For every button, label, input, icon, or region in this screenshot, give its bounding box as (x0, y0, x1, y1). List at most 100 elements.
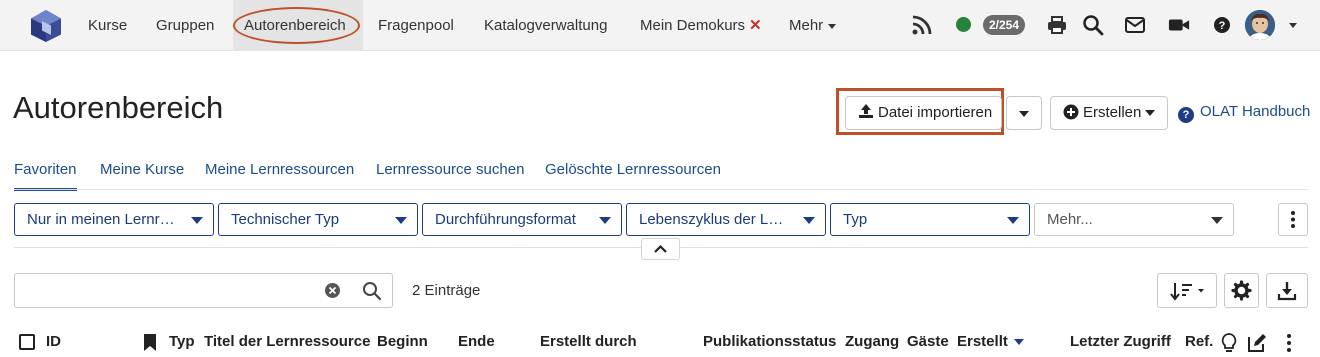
chevron-up-icon (654, 244, 667, 253)
column-references[interactable]: Ref. (1185, 333, 1213, 350)
filter-label: Technischer Typ (231, 211, 340, 228)
filter-only-my-resources[interactable]: Nur in meinen Lernressourcen (14, 203, 214, 236)
caret-down-icon (1145, 110, 1156, 117)
column-last-access[interactable]: Letzter Zugriff (1070, 333, 1171, 350)
tab-meine-lernressourcen[interactable]: Meine Lernressourcen (205, 161, 354, 191)
caret-down-icon (191, 217, 203, 224)
help-circle-icon: ? (1178, 107, 1194, 123)
clear-search-icon[interactable] (324, 282, 341, 299)
create-label: Erstellen (1083, 104, 1142, 121)
print-icon[interactable] (1046, 14, 1068, 36)
mail-icon[interactable] (1124, 14, 1146, 36)
tab-bar: Favoriten Meine Kurse Meine Lernressourc… (0, 161, 1320, 191)
column-label: Typ (169, 333, 195, 350)
filter-label: Typ (843, 211, 868, 228)
edit-icon[interactable] (1246, 332, 1268, 354)
tab-meine-kurse-label: Meine Kurse (100, 161, 185, 178)
collapse-filters-button[interactable] (641, 238, 680, 260)
column-label: Erstellt durch (540, 333, 637, 350)
nav-gruppen[interactable]: Gruppen (156, 0, 214, 51)
nav-katalogverwaltung[interactable]: Katalogverwaltung (484, 0, 607, 51)
online-status-icon[interactable] (956, 17, 971, 32)
create-button[interactable]: Erstellen (1050, 96, 1168, 130)
olat-handbook-link[interactable]: ? OLAT Handbuch (1178, 103, 1310, 123)
highlight-ring (233, 7, 360, 44)
filter-type[interactable]: Typ (830, 203, 1030, 236)
user-menu-chevron-icon[interactable] (1289, 23, 1297, 28)
column-begin[interactable]: Beginn (377, 333, 428, 350)
import-file-label: Datei importieren (878, 104, 993, 121)
column-title[interactable]: Titel der Lernressource (204, 333, 370, 350)
import-file-button[interactable]: Datei importieren (845, 96, 1002, 130)
search-input[interactable] (15, 274, 315, 307)
lightbulb-icon[interactable] (1220, 332, 1238, 354)
nav-fragenpool[interactable]: Fragenpool (378, 0, 454, 51)
bookmark-icon[interactable] (143, 333, 157, 352)
tab-meine-lernressourcen-label: Meine Lernressourcen (205, 161, 355, 178)
nav-kurse-label: Kurse (88, 17, 128, 34)
column-label: Publikationsstatus (703, 333, 837, 350)
column-label: Erstellt (957, 333, 1008, 350)
column-label: Zugang (845, 333, 900, 350)
filter-delivery-format[interactable]: Durchführungsformat (422, 203, 622, 236)
column-label: Titel der Lernressource (204, 333, 371, 350)
column-access[interactable]: Zugang (845, 333, 899, 350)
rss-icon[interactable] (911, 14, 933, 36)
notification-count-badge[interactable]: 2/254 (983, 15, 1026, 35)
filter-technical-type[interactable]: Technischer Typ (218, 203, 418, 236)
column-created[interactable]: Erstellt (957, 333, 1024, 350)
caret-down-icon (803, 217, 815, 224)
filter-lifecycle[interactable]: Lebenszyklus der Lernressource (626, 203, 826, 236)
column-created-by[interactable]: Erstellt durch (540, 333, 637, 350)
filter-options-button[interactable] (1278, 203, 1308, 236)
nav-mein-demokurs[interactable]: Mein Demokurs ✕ (640, 0, 762, 51)
filter-label: Nur in meinen Lernressourcen (27, 211, 177, 228)
filter-label: Mehr... (1047, 211, 1093, 228)
plus-circle-icon (1063, 104, 1079, 120)
sort-icon (1170, 283, 1204, 301)
filter-more[interactable]: Mehr... (1034, 203, 1234, 236)
kebab-menu-icon (1291, 211, 1295, 228)
caret-down-icon (599, 217, 611, 224)
help-icon[interactable]: ? (1211, 14, 1233, 36)
nav-mehr[interactable]: Mehr (789, 0, 837, 51)
import-dropdown-button[interactable] (1006, 96, 1042, 130)
search-icon[interactable] (1082, 14, 1104, 36)
tab-favoriten[interactable]: Favoriten (14, 161, 77, 191)
column-label: Ende (458, 333, 495, 350)
tab-geloeschte-lernressourcen-label: Gelöschte Lernressourcen (545, 161, 721, 178)
column-label: Ref. (1185, 333, 1214, 350)
select-all-checkbox[interactable] (19, 334, 35, 350)
filter-label: Durchführungsformat (435, 211, 576, 228)
column-id[interactable]: ID (46, 333, 61, 350)
tab-lernressource-suchen[interactable]: Lernressource suchen (376, 161, 524, 191)
search-icon[interactable] (362, 281, 382, 301)
caret-down-icon (1007, 217, 1019, 224)
nav-mein-demokurs-label: Mein Demokurs (640, 17, 746, 34)
column-label: Gäste (907, 333, 949, 350)
nav-mehr-label: Mehr (789, 17, 824, 34)
kebab-menu-icon[interactable] (1280, 332, 1298, 354)
column-guests[interactable]: Gäste (907, 333, 949, 350)
chevron-down-icon (828, 23, 837, 29)
sort-button[interactable] (1157, 273, 1217, 308)
table-settings-button[interactable] (1224, 273, 1259, 308)
nav-kurse[interactable]: Kurse (88, 0, 127, 51)
sort-desc-icon (1013, 339, 1024, 346)
openolat-logo[interactable] (29, 9, 63, 43)
download-button[interactable] (1266, 273, 1308, 308)
tab-meine-kurse[interactable]: Meine Kurse (100, 161, 184, 191)
column-end[interactable]: Ende (458, 333, 495, 350)
column-label: Letzter Zugriff (1070, 333, 1171, 350)
column-type[interactable]: Typ (169, 333, 195, 350)
column-publication-status[interactable]: Publikationsstatus (703, 333, 836, 350)
avatar[interactable] (1245, 10, 1275, 40)
entries-count: 2 Einträge (412, 282, 481, 299)
column-label: ID (46, 333, 61, 350)
caret-down-icon (1019, 111, 1029, 117)
tab-lernressource-suchen-label: Lernressource suchen (376, 161, 525, 178)
tab-favoriten-label: Favoriten (14, 161, 77, 178)
close-icon[interactable]: ✕ (749, 17, 762, 34)
tab-geloeschte-lernressourcen[interactable]: Gelöschte Lernressourcen (545, 161, 721, 191)
video-icon[interactable] (1168, 14, 1190, 36)
